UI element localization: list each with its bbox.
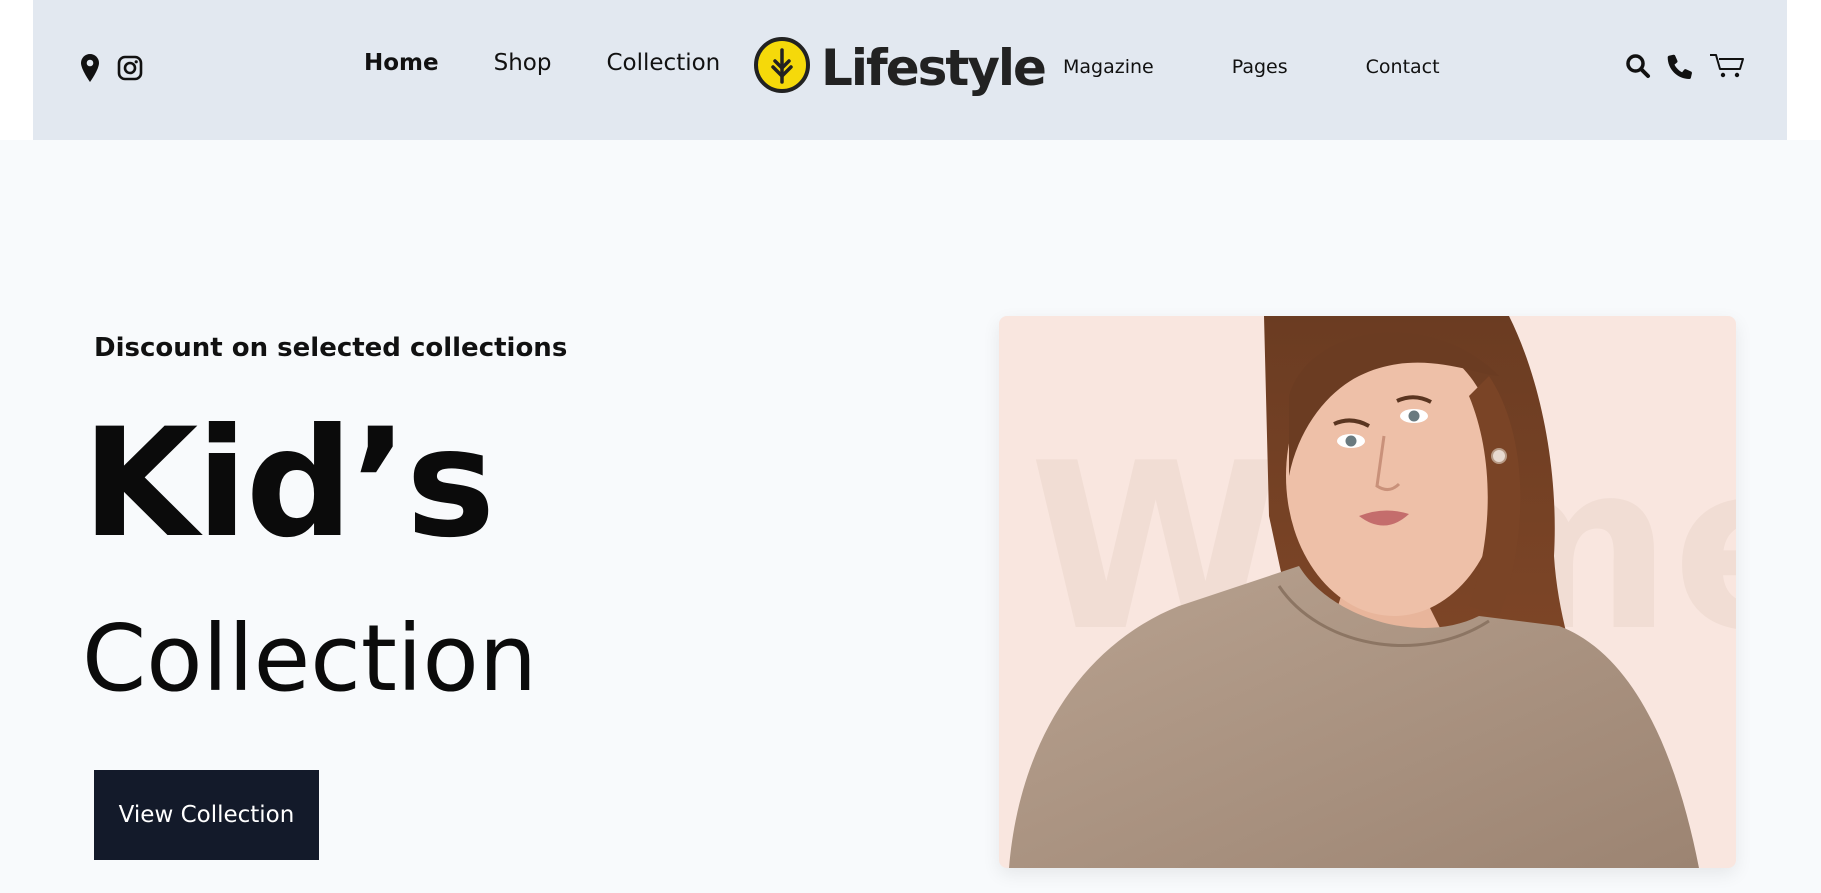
view-collection-button[interactable]: View Collection xyxy=(94,770,319,860)
site-logo[interactable]: Lifestyle xyxy=(753,36,1047,99)
phone-icon[interactable] xyxy=(1667,53,1693,79)
search-icon[interactable] xyxy=(1625,53,1651,79)
site-header: Home Shop Collection Lifestyle Magazine … xyxy=(33,0,1787,140)
location-pin-icon[interactable] xyxy=(81,54,99,82)
nav-item-contact[interactable]: Contact xyxy=(1366,56,1440,78)
instagram-icon[interactable] xyxy=(117,55,143,81)
header-action-icons xyxy=(1625,52,1745,80)
nav-item-shop[interactable]: Shop xyxy=(494,50,552,76)
nav-item-home[interactable]: Home xyxy=(364,50,439,76)
primary-nav-left: Home Shop Collection xyxy=(364,50,775,76)
model-illustration xyxy=(1009,316,1699,868)
nav-item-collection[interactable]: Collection xyxy=(606,50,720,76)
nav-item-pages[interactable]: Pages xyxy=(1232,56,1288,78)
hero-title-line1: Kid’s xyxy=(82,397,495,571)
hero-subtitle: Discount on selected collections xyxy=(94,333,568,363)
header-social-icons xyxy=(81,54,143,82)
hero-section: Discount on selected collections Kid’s C… xyxy=(0,140,1821,893)
hero-image: Women xyxy=(999,316,1736,868)
cart-icon[interactable] xyxy=(1709,52,1745,80)
tree-leaf-icon xyxy=(753,36,811,99)
primary-nav-right: Magazine Pages Contact xyxy=(1063,56,1518,78)
page: Home Shop Collection Lifestyle Magazine … xyxy=(0,0,1821,893)
nav-item-magazine[interactable]: Magazine xyxy=(1063,56,1154,78)
logo-text: Lifestyle xyxy=(821,38,1047,97)
hero-title-line2: Collection xyxy=(82,605,538,712)
